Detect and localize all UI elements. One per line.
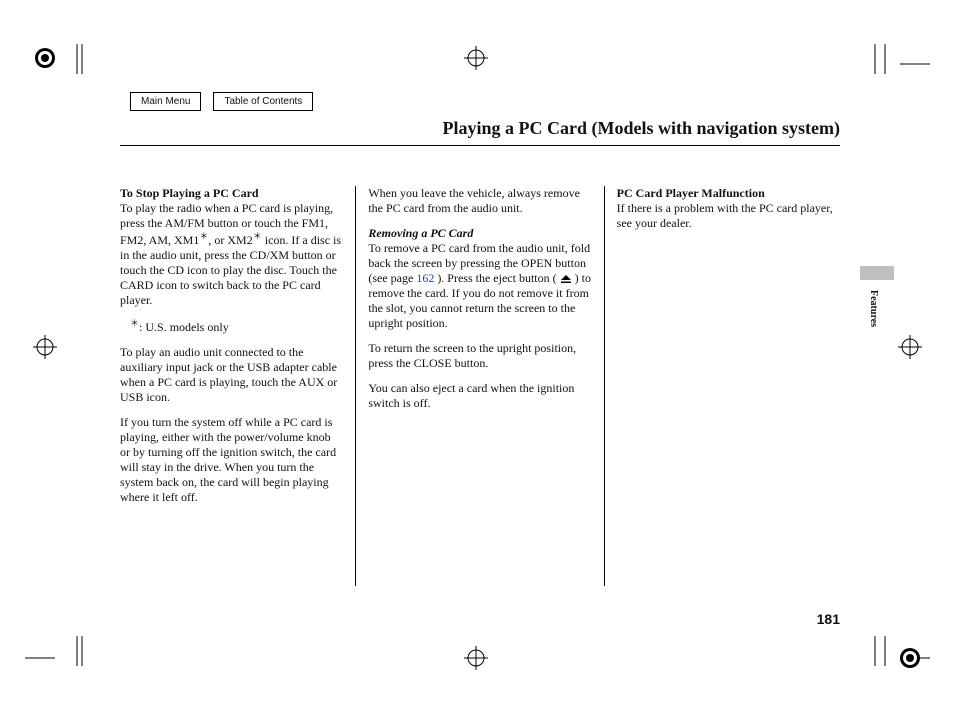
side-tab-label: Features: [868, 290, 879, 327]
heading-malfunction: PC Card Player Malfunction: [617, 186, 765, 200]
body-text: , or XM2: [208, 233, 252, 247]
body-text: ). Press the eject button (: [434, 271, 559, 285]
page-reference-link[interactable]: 162: [416, 271, 434, 285]
body-text: If there is a problem with the PC card p…: [617, 201, 833, 230]
crop-mark-top-left-2: [72, 44, 92, 79]
body-text: When you leave the vehicle, always remov…: [368, 186, 591, 216]
nav-bar: Main Menu Table of Contents: [130, 92, 313, 111]
asterisk-icon: ＊: [130, 318, 139, 328]
table-of-contents-button[interactable]: Table of Contents: [213, 92, 313, 111]
crop-line-bl: [25, 650, 55, 668]
section-malfunction: PC Card Player Malfunction If there is a…: [617, 186, 840, 231]
heading-stop-playing: To Stop Playing a PC Card: [120, 186, 259, 200]
crop-line-tr: [900, 56, 930, 74]
body-text: If you turn the system off while a PC ca…: [120, 415, 343, 505]
eject-icon: [560, 271, 572, 285]
heading-removing-card: Removing a PC Card: [368, 226, 473, 240]
body-text: You can also eject a card when the ignit…: [368, 381, 591, 411]
body-text: To return the screen to the upright posi…: [368, 341, 591, 371]
crop-mark-bottom-right: [870, 636, 900, 671]
side-tab-block: [860, 266, 894, 280]
column-1: To Stop Playing a PC Card To play the ra…: [120, 186, 355, 586]
section-heading: To Stop Playing a PC Card To play the ra…: [120, 186, 343, 308]
registration-mark-icon: [898, 646, 922, 670]
column-2: When you leave the vehicle, always remov…: [355, 186, 603, 586]
page-title: Playing a PC Card (Models with navigatio…: [120, 118, 840, 146]
registration-mark-icon: [33, 335, 57, 359]
asterisk-icon: ＊: [253, 231, 262, 241]
crop-mark-top-right: [870, 44, 900, 79]
page-number: 181: [817, 611, 840, 627]
main-menu-button[interactable]: Main Menu: [130, 92, 201, 111]
registration-mark-icon: [464, 46, 488, 70]
registration-mark-icon: [898, 335, 922, 359]
column-3: PC Card Player Malfunction If there is a…: [604, 186, 840, 586]
body-text: To play an audio unit connected to the a…: [120, 345, 343, 405]
footnote-text: : U.S. models only: [139, 320, 229, 334]
crop-mark-bottom-left-2: [72, 636, 92, 671]
footnote-us-models: ＊: U.S. models only: [130, 318, 343, 335]
content-columns: To Stop Playing a PC Card To play the ra…: [120, 186, 840, 586]
section-removing: Removing a PC Card To remove a PC card f…: [368, 226, 591, 331]
registration-mark-icon: [33, 46, 57, 70]
registration-mark-icon: [464, 646, 488, 670]
